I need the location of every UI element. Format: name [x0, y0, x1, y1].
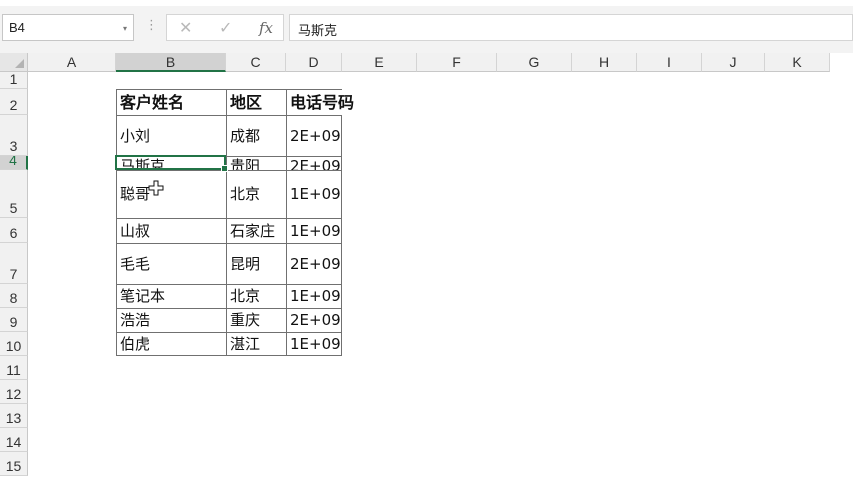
table-cell[interactable]: 成都 [226, 115, 286, 156]
table-cell[interactable]: 1E+09 [286, 332, 342, 356]
table-cell[interactable]: 昆明 [226, 243, 286, 284]
row-header-5[interactable]: 5 [0, 170, 28, 218]
column-header-g[interactable]: G [497, 53, 572, 72]
ribbon-edge [0, 0, 853, 6]
table-header-cell[interactable]: 电话号码 [286, 89, 354, 115]
table-cell[interactable]: 贵阳 [226, 156, 286, 170]
table-cell[interactable]: 重庆 [226, 308, 286, 332]
table-cell[interactable]: 2E+09 [286, 308, 342, 332]
table-cell[interactable]: 2E+09 [286, 156, 342, 170]
enter-icon[interactable]: ✓ [219, 18, 232, 37]
formula-input-value: 马斯克 [298, 24, 338, 39]
table-cell[interactable]: 北京 [226, 170, 286, 218]
column-header-b[interactable]: B [116, 53, 226, 72]
select-all-button[interactable] [0, 53, 28, 72]
spreadsheet-window: B4 ▾ ⋮ ✕ ✓ fx 马斯克 A B C D E F G H I J K 1 2 3 4 5 6 7 8 9 10… [0, 0, 853, 480]
formula-bar: B4 ▾ ⋮ ✕ ✓ fx 马斯克 [0, 0, 853, 53]
cancel-icon[interactable]: ✕ [179, 18, 192, 37]
row-header-10[interactable]: 10 [0, 332, 28, 356]
table-cell[interactable]: 1E+09 [286, 284, 342, 308]
row-header-11[interactable]: 11 [0, 356, 28, 380]
row-header-1[interactable]: 1 [0, 72, 28, 89]
column-header-f[interactable]: F [417, 53, 497, 72]
column-header-k[interactable]: K [765, 53, 830, 72]
name-box-dropdown-icon[interactable]: ▾ [123, 24, 127, 33]
table-cell[interactable]: 1E+09 [286, 218, 342, 243]
row-header-12[interactable]: 12 [0, 380, 28, 404]
column-header-d[interactable]: D [286, 53, 342, 72]
table-cell[interactable]: 1E+09 [286, 170, 342, 218]
row-header-14[interactable]: 14 [0, 428, 28, 452]
column-header-c[interactable]: C [226, 53, 286, 72]
name-box[interactable]: B4 ▾ [2, 14, 134, 41]
column-header-i[interactable]: I [637, 53, 702, 72]
name-box-value: B4 [9, 20, 25, 35]
table-cell[interactable]: 石家庄 [226, 218, 286, 243]
table-cell[interactable]: 浩浩 [116, 308, 226, 332]
table-cell[interactable]: 北京 [226, 284, 286, 308]
row-header-6[interactable]: 6 [0, 218, 28, 243]
row-header-15[interactable]: 15 [0, 452, 28, 476]
row-header-2[interactable]: 2 [0, 89, 28, 115]
row-header-8[interactable]: 8 [0, 284, 28, 308]
table-cell[interactable]: 2E+09 [286, 243, 342, 284]
column-header-a[interactable]: A [28, 53, 116, 72]
table-cell[interactable]: 聪哥 [116, 170, 226, 218]
more-options-icon[interactable]: ⋮ [145, 19, 158, 32]
table-cell[interactable]: 笔记本 [116, 284, 226, 308]
table-cell[interactable]: 伯虎 [116, 332, 226, 356]
table-cell[interactable]: 湛江 [226, 332, 286, 356]
table-header-cell[interactable]: 地区 [226, 89, 286, 115]
column-header-h[interactable]: H [572, 53, 637, 72]
row-header-7[interactable]: 7 [0, 243, 28, 284]
insert-function-icon[interactable]: fx [259, 19, 273, 37]
column-header-j[interactable]: J [702, 53, 765, 72]
row-header-4[interactable]: 4 [0, 156, 28, 170]
table-cell[interactable]: 山叔 [116, 218, 226, 243]
worksheet-grid[interactable]: A B C D E F G H I J K 1 2 3 4 5 6 7 8 9 10 11 12 13 14 15 客户姓名 地区 电话… [0, 53, 853, 480]
row-header-3[interactable]: 3 [0, 115, 28, 156]
formula-input[interactable]: 马斯克 [289, 14, 853, 41]
table-cell[interactable]: 马斯克 [116, 156, 226, 170]
table-cell[interactable]: 2E+09 [286, 115, 342, 156]
table-header-cell[interactable]: 客户姓名 [116, 89, 226, 115]
formula-buttons: ✕ ✓ fx [166, 14, 284, 41]
table-cell[interactable]: 小刘 [116, 115, 226, 156]
row-header-13[interactable]: 13 [0, 404, 28, 428]
column-header-e[interactable]: E [342, 53, 417, 72]
table-cell[interactable]: 毛毛 [116, 243, 226, 284]
row-header-9[interactable]: 9 [0, 308, 28, 332]
